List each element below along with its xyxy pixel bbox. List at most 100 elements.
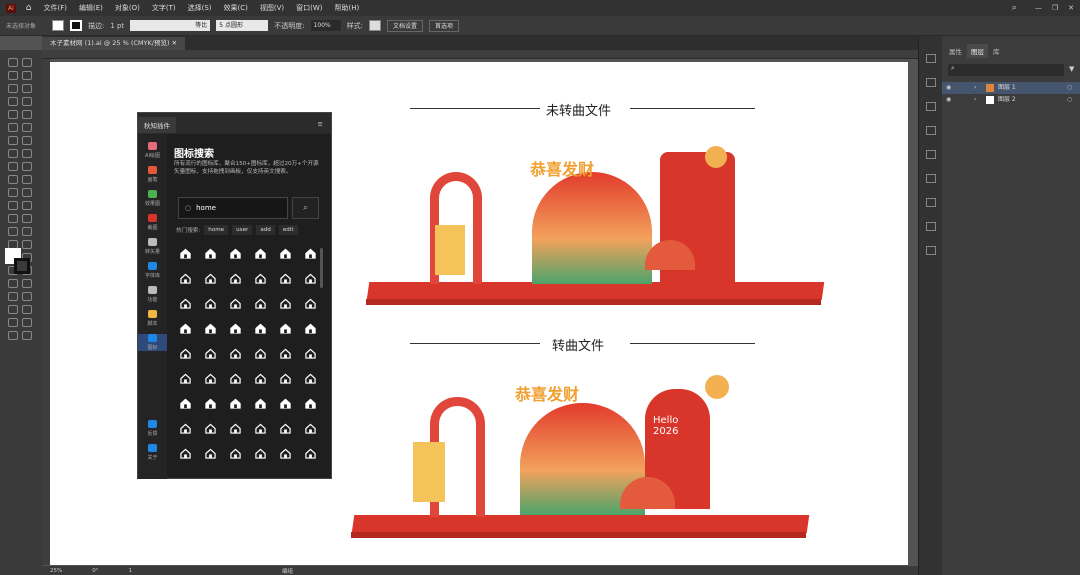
house-icon[interactable] bbox=[205, 323, 216, 334]
menu-item[interactable]: 文字(T) bbox=[152, 3, 176, 13]
panel-icon[interactable] bbox=[926, 174, 936, 183]
house-icon[interactable] bbox=[305, 398, 316, 409]
sidebar-item[interactable]: 效果图 bbox=[138, 190, 167, 207]
house-icon[interactable] bbox=[255, 373, 266, 384]
panel-icon[interactable] bbox=[926, 246, 936, 255]
menu-item[interactable]: 效果(C) bbox=[224, 3, 248, 13]
house-icon[interactable] bbox=[230, 448, 241, 459]
house-icon[interactable] bbox=[255, 298, 266, 309]
tool-icon[interactable] bbox=[22, 292, 32, 301]
house-icon[interactable] bbox=[305, 273, 316, 284]
house-icon[interactable] bbox=[230, 248, 241, 259]
tool-icon[interactable] bbox=[22, 175, 32, 184]
opacity-input[interactable]: 100% bbox=[310, 20, 341, 31]
menu-item[interactable]: 选择(S) bbox=[188, 3, 212, 13]
house-icon[interactable] bbox=[230, 348, 241, 359]
tool-icon[interactable] bbox=[8, 162, 18, 171]
close-tab-icon[interactable]: ✕ bbox=[172, 39, 177, 47]
house-icon[interactable] bbox=[180, 273, 191, 284]
house-icon[interactable] bbox=[305, 423, 316, 434]
tool-icon[interactable] bbox=[22, 227, 32, 236]
eye-icon[interactable]: ◉ bbox=[946, 82, 951, 94]
house-icon[interactable] bbox=[280, 273, 291, 284]
house-icon[interactable] bbox=[180, 423, 191, 434]
house-icon[interactable] bbox=[180, 248, 191, 259]
tool-icon[interactable] bbox=[22, 149, 32, 158]
sidebar-item[interactable]: 图标 bbox=[138, 334, 167, 351]
expand-arrow-icon[interactable]: › bbox=[974, 94, 976, 106]
document-setup-button[interactable]: 文档设置 bbox=[386, 19, 423, 32]
tool-icon[interactable] bbox=[22, 110, 32, 119]
tool-icon[interactable] bbox=[8, 84, 18, 93]
house-icon[interactable] bbox=[255, 348, 266, 359]
tool-icon[interactable] bbox=[8, 97, 18, 106]
tool-icon[interactable] bbox=[8, 123, 18, 132]
house-icon[interactable] bbox=[255, 248, 266, 259]
sidebar-item[interactable]: 字体库 bbox=[138, 262, 167, 279]
scrollbar[interactable] bbox=[320, 248, 323, 288]
house-icon[interactable] bbox=[255, 398, 266, 409]
brush-select[interactable]: 5 点圆形 bbox=[216, 20, 269, 31]
tool-icon[interactable] bbox=[8, 136, 18, 145]
tool-icon[interactable] bbox=[8, 58, 18, 67]
house-icon[interactable] bbox=[205, 348, 216, 359]
house-icon[interactable] bbox=[205, 398, 216, 409]
restore-icon[interactable]: ❐ bbox=[1052, 4, 1058, 12]
panel-menu-icon[interactable]: ≡ bbox=[312, 117, 329, 131]
filter-icon[interactable]: ▼ bbox=[1069, 65, 1074, 73]
menu-item[interactable]: 文件(F) bbox=[44, 3, 68, 13]
tool-icon[interactable] bbox=[22, 97, 32, 106]
sidebar-item[interactable]: AI绘图 bbox=[138, 142, 167, 159]
tool-icon[interactable] bbox=[8, 71, 18, 80]
artboard-number[interactable]: 1 bbox=[128, 568, 132, 574]
house-icon[interactable] bbox=[280, 248, 291, 259]
tool-icon[interactable] bbox=[8, 188, 18, 197]
tool-icon[interactable] bbox=[8, 305, 18, 314]
stroke-profile-select[interactable]: 等比 bbox=[130, 20, 211, 31]
menu-item[interactable]: 对象(O) bbox=[115, 3, 140, 13]
tool-icon[interactable] bbox=[8, 175, 18, 184]
house-icon[interactable] bbox=[305, 248, 316, 259]
stroke-swatch[interactable] bbox=[70, 20, 82, 31]
house-icon[interactable] bbox=[280, 423, 291, 434]
search-icon[interactable]: ⌕ bbox=[1012, 3, 1017, 13]
sidebar-item[interactable]: 裁图 bbox=[138, 214, 167, 231]
tool-icon[interactable] bbox=[8, 110, 18, 119]
house-icon[interactable] bbox=[280, 298, 291, 309]
panel-tab[interactable]: 属性 bbox=[945, 44, 966, 58]
house-icon[interactable] bbox=[205, 373, 216, 384]
tool-icon[interactable] bbox=[8, 214, 18, 223]
panel-icon[interactable] bbox=[926, 198, 936, 207]
tool-icon[interactable] bbox=[22, 123, 32, 132]
house-icon[interactable] bbox=[205, 273, 216, 284]
style-swatch[interactable] bbox=[368, 20, 381, 31]
tool-icon[interactable] bbox=[22, 331, 32, 340]
panel-icon[interactable] bbox=[926, 150, 936, 159]
tool-icon[interactable] bbox=[22, 201, 32, 210]
sidebar-item[interactable]: 功能 bbox=[138, 286, 167, 303]
sidebar-item[interactable]: 关于 bbox=[138, 444, 167, 461]
tool-icon[interactable] bbox=[22, 214, 32, 223]
house-icon[interactable] bbox=[230, 373, 241, 384]
house-icon[interactable] bbox=[180, 323, 191, 334]
tool-icon[interactable] bbox=[8, 227, 18, 236]
house-icon[interactable] bbox=[255, 323, 266, 334]
house-icon[interactable] bbox=[180, 373, 191, 384]
tool-icon[interactable] bbox=[22, 136, 32, 145]
hot-tag[interactable]: edit bbox=[278, 225, 298, 235]
panel-icon[interactable] bbox=[926, 54, 936, 63]
house-icon[interactable] bbox=[305, 373, 316, 384]
house-icon[interactable] bbox=[255, 273, 266, 284]
hot-tag[interactable]: home bbox=[204, 225, 229, 235]
sidebar-item[interactable]: 转矢量 bbox=[138, 238, 167, 255]
house-icon[interactable] bbox=[280, 398, 291, 409]
tool-icon[interactable] bbox=[22, 305, 32, 314]
house-icon[interactable] bbox=[205, 248, 216, 259]
house-icon[interactable] bbox=[205, 448, 216, 459]
tool-icon[interactable] bbox=[22, 318, 32, 327]
plugin-tab[interactable]: 秋知插件 bbox=[138, 117, 176, 133]
hot-tag[interactable]: add bbox=[256, 225, 275, 235]
artwork-unconverted[interactable]: 恭喜发财 bbox=[360, 142, 830, 322]
house-icon[interactable] bbox=[180, 348, 191, 359]
house-icon[interactable] bbox=[180, 398, 191, 409]
